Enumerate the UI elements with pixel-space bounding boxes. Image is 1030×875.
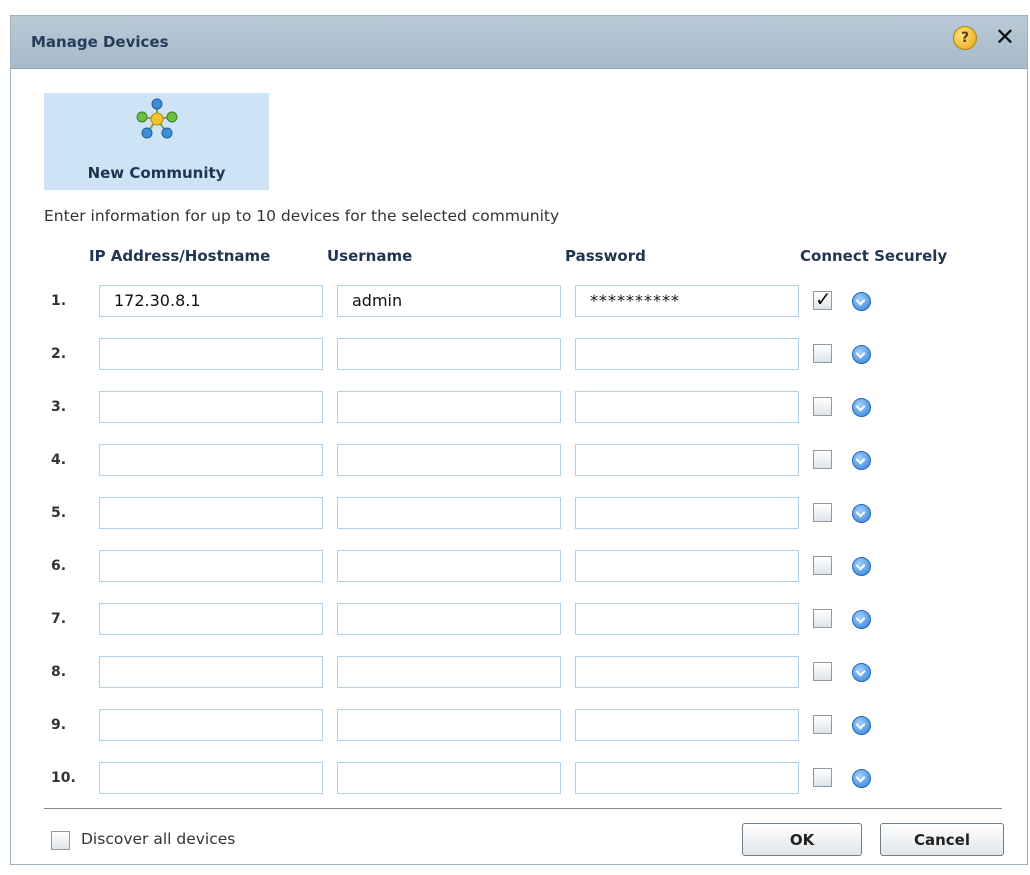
username-field[interactable]: [337, 603, 561, 635]
username-field[interactable]: [337, 444, 561, 476]
chevron-down-icon[interactable]: [852, 504, 871, 523]
new-community-button[interactable]: New Community: [44, 93, 269, 190]
ip-address-field[interactable]: [99, 550, 323, 582]
username-field[interactable]: [337, 550, 561, 582]
password-field[interactable]: **********: [575, 285, 799, 317]
connect-securely-checkbox[interactable]: [813, 609, 832, 628]
footer-divider: [44, 808, 1002, 809]
chevron-down-icon[interactable]: [852, 451, 871, 470]
password-field[interactable]: [575, 338, 799, 370]
dialog-titlebar: Manage Devices ? ✕: [11, 16, 1027, 69]
checkmark-icon: ✓: [815, 287, 832, 311]
username-field[interactable]: [337, 656, 561, 688]
password-column-header: Password: [565, 247, 646, 265]
password-field[interactable]: [575, 497, 799, 529]
network-community-icon: [136, 98, 178, 139]
ip-address-field[interactable]: 172.30.8.1: [99, 285, 323, 317]
password-field[interactable]: [575, 444, 799, 476]
connect-securely-checkbox[interactable]: [813, 344, 832, 363]
ip-address-field[interactable]: [99, 709, 323, 741]
chevron-down-icon[interactable]: [852, 557, 871, 576]
row-number: 5.: [51, 505, 67, 521]
connect-securely-checkbox[interactable]: [813, 768, 832, 787]
manage-devices-dialog: Manage Devices ? ✕ New Community Enter i…: [10, 15, 1028, 865]
row-number: 7.: [51, 611, 67, 627]
row-number: 1.: [51, 293, 67, 309]
row-number: 3.: [51, 399, 67, 415]
password-field[interactable]: [575, 391, 799, 423]
ip-address-field[interactable]: [99, 497, 323, 529]
close-icon[interactable]: ✕: [995, 24, 1015, 50]
connect-securely-checkbox[interactable]: [813, 715, 832, 734]
username-field[interactable]: [337, 391, 561, 423]
connect-securely-checkbox[interactable]: [813, 503, 832, 522]
password-field[interactable]: [575, 709, 799, 741]
chevron-down-icon[interactable]: [852, 769, 871, 788]
new-community-label: New Community: [87, 164, 226, 182]
username-field[interactable]: [337, 709, 561, 741]
ip-address-field[interactable]: [99, 391, 323, 423]
ok-button[interactable]: OK: [742, 823, 862, 856]
ip-address-field[interactable]: [99, 603, 323, 635]
password-field[interactable]: [575, 550, 799, 582]
chevron-down-icon[interactable]: [852, 663, 871, 682]
ip-column-header: IP Address/Hostname: [89, 247, 271, 265]
connect-securely-checkbox[interactable]: ✓: [813, 287, 832, 311]
username-field[interactable]: [337, 338, 561, 370]
connect-securely-checkbox[interactable]: [813, 556, 832, 575]
row-number: 8.: [51, 664, 67, 680]
chevron-down-icon[interactable]: [852, 292, 871, 311]
chevron-down-icon[interactable]: [852, 345, 871, 364]
password-field[interactable]: [575, 762, 799, 794]
dialog-title: Manage Devices: [31, 33, 169, 51]
ip-address-field[interactable]: [99, 656, 323, 688]
ip-address-field[interactable]: [99, 338, 323, 370]
password-field[interactable]: [575, 603, 799, 635]
password-field[interactable]: [575, 656, 799, 688]
connect-securely-checkbox[interactable]: [813, 662, 832, 681]
username-field[interactable]: [337, 497, 561, 529]
connect-securely-checkbox[interactable]: [813, 397, 832, 416]
discover-all-label: Discover all devices: [81, 830, 236, 848]
connect-securely-column-header: Connect Securely: [800, 247, 948, 265]
username-field[interactable]: admin: [337, 285, 561, 317]
username-column-header: Username: [327, 247, 413, 265]
discover-all-checkbox[interactable]: [51, 831, 70, 850]
row-number: 6.: [51, 558, 67, 574]
chevron-down-icon[interactable]: [852, 398, 871, 417]
row-number: 4.: [51, 452, 67, 468]
row-number: 9.: [51, 717, 67, 733]
username-field[interactable]: [337, 762, 561, 794]
row-number: 2.: [51, 346, 67, 362]
help-icon[interactable]: ?: [953, 26, 977, 50]
connect-securely-checkbox[interactable]: [813, 450, 832, 469]
ip-address-field[interactable]: [99, 444, 323, 476]
ip-address-field[interactable]: [99, 762, 323, 794]
row-number: 10.: [51, 770, 76, 786]
chevron-down-icon[interactable]: [852, 716, 871, 735]
cancel-button[interactable]: Cancel: [880, 823, 1004, 856]
instructions-text: Enter information for up to 10 devices f…: [44, 207, 560, 225]
chevron-down-icon[interactable]: [852, 610, 871, 629]
